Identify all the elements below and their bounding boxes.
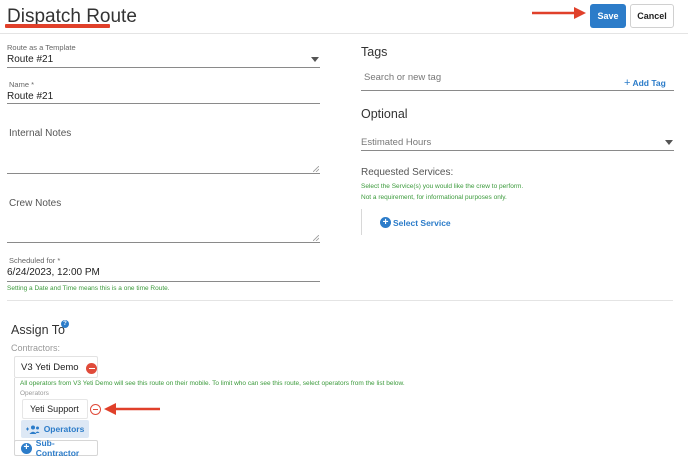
scheduled-input[interactable]: 6/24/2023, 12:00 PM: [7, 267, 100, 278]
plus-circle-icon: +: [21, 442, 32, 454]
resize-handle-icon[interactable]: [313, 166, 319, 172]
optional-heading: Optional: [361, 107, 408, 121]
internal-notes-textarea[interactable]: [7, 140, 320, 174]
header-divider: [0, 33, 688, 34]
resize-handle-icon[interactable]: [313, 235, 319, 241]
contractors-label: Contractors:: [11, 343, 61, 353]
services-hint-2: Not a requirement, for informational pur…: [361, 194, 507, 201]
section-divider: [7, 300, 673, 301]
add-tag-button[interactable]: + Add Tag: [624, 77, 666, 89]
plus-icon: +: [624, 77, 631, 89]
operators-button-label: Operators: [43, 424, 85, 434]
operators-button[interactable]: Operators: [21, 420, 89, 438]
arrow-icon: [104, 403, 160, 415]
services-box-border: [361, 209, 362, 235]
name-input[interactable]: Route #21: [7, 91, 53, 102]
caret-down-icon[interactable]: [665, 140, 673, 145]
scheduled-label: Scheduled for *: [9, 256, 61, 265]
scheduled-hint: Setting a Date and Time means this is a …: [7, 285, 170, 292]
name-label: Name *: [9, 80, 35, 89]
internal-notes-label: Internal Notes: [9, 128, 72, 139]
crew-notes-textarea[interactable]: [7, 210, 320, 243]
cancel-button[interactable]: Cancel: [630, 4, 674, 28]
requested-services-label: Requested Services:: [361, 167, 454, 178]
users-plus-icon: [25, 425, 40, 434]
template-label: Route as a Template: [7, 43, 76, 52]
plus-circle-icon: +: [380, 217, 391, 228]
estimated-hours-select[interactable]: Estimated Hours: [361, 137, 431, 148]
contractor-name: V3 Yeti Demo: [21, 362, 79, 373]
info-icon[interactable]: ?: [61, 320, 69, 328]
sub-contractor-label: Sub-Contractor: [35, 438, 80, 458]
operators-label: Operators: [20, 390, 49, 397]
tag-search-input[interactable]: Search or new tag: [364, 72, 441, 83]
add-tag-label: Add Tag: [632, 78, 666, 88]
select-service-label: Select Service: [393, 217, 451, 228]
sub-contractor-button[interactable]: + Sub-Contractor: [14, 438, 98, 458]
caret-down-icon[interactable]: [311, 57, 319, 62]
contractor-hint: All operators from V3 Yeti Demo will see…: [20, 380, 405, 387]
save-button[interactable]: Save: [590, 4, 626, 28]
tags-heading: Tags: [361, 45, 388, 59]
assign-to-heading: Assign To: [11, 323, 65, 337]
services-hint-1: Select the Service(s) you would like the…: [361, 183, 524, 190]
select-service-button[interactable]: + Select Service: [380, 217, 451, 228]
template-select[interactable]: Route #21: [7, 54, 53, 65]
remove-operator-icon[interactable]: [90, 404, 101, 415]
title-underline-annotation: [5, 24, 110, 28]
operator-name: Yeti Support: [30, 404, 79, 414]
arrow-icon: [532, 7, 586, 19]
crew-notes-label: Crew Notes: [9, 198, 62, 209]
remove-contractor-icon[interactable]: [86, 363, 97, 374]
